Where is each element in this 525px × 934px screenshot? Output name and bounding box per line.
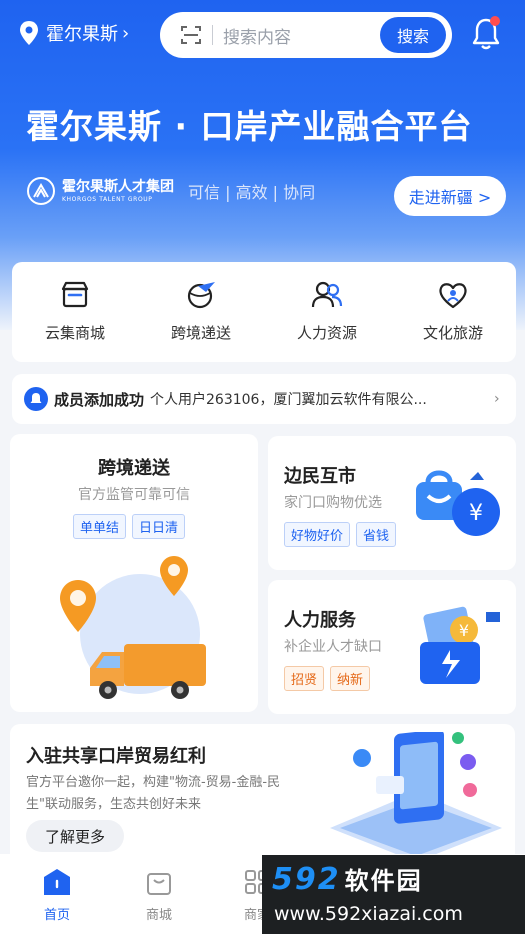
card-title: 入驻共享口岸贸易红利: [26, 746, 206, 767]
card-join-platform: 入驻共享口岸贸易红利 官方平台邀你一起，构建"物流-贸易-金融-民生"联动服务，…: [10, 724, 515, 864]
service-hr[interactable]: 人力资源: [264, 262, 390, 362]
globe-plane-icon: [187, 282, 215, 309]
tag: 招贤: [284, 666, 325, 691]
service-label: 跨境递送: [170, 324, 231, 342]
scan-icon[interactable]: [180, 24, 202, 46]
brand-slogan: 可信 | 高效 | 协同: [188, 183, 316, 202]
hr-box-coin-icon: ¥: [420, 606, 500, 684]
service-label: 人力资源: [296, 324, 357, 342]
tag: 好物好价: [284, 522, 351, 547]
tab-label: 商城: [145, 908, 172, 923]
card-title: 人力服务: [284, 610, 356, 631]
notification-dot: [490, 16, 500, 26]
phone-platform-illustration: [330, 732, 502, 862]
watermark-url: www.592xiazai.com: [274, 903, 463, 925]
hero-title: 霍尔果斯 · 口岸产业融合平台: [26, 107, 473, 146]
delivery-truck-illustration: [60, 556, 206, 699]
brand-name: 霍尔果斯人才集团 KHORGOS TALENT GROUP: [62, 179, 174, 204]
tag: 纳新: [330, 666, 371, 691]
card-subtitle: 家门口购物优选: [284, 495, 382, 511]
people-icon: [311, 281, 343, 308]
notice-bar[interactable]: 成员添加成功 个人用户263106，厦门翼加云软件有限公... ›: [12, 374, 516, 424]
card-subtitle: 官方监管可靠可信: [78, 487, 190, 503]
service-store[interactable]: 云集商城: [12, 262, 138, 362]
notice-title: 成员添加成功: [54, 390, 145, 409]
watermark-number: 592: [272, 862, 341, 897]
site-watermark: 592 软件园 www.592xiazai.com: [262, 855, 525, 934]
card-title: 跨境递送: [98, 458, 170, 479]
tab-home[interactable]: 首页: [22, 866, 92, 923]
card-tags: 好物好价 省钱: [284, 522, 397, 547]
home-icon: [44, 869, 70, 895]
card-subtitle: 官方平台邀你一起，构建"物流-贸易-金融-民生"联动服务，生态共创好未来: [26, 775, 281, 812]
search-input[interactable]: 搜索内容: [223, 23, 380, 48]
search-divider: [212, 25, 213, 45]
notification-bell[interactable]: [470, 16, 502, 52]
service-grid: 云集商城 跨境递送 人力资源 文化旅游: [12, 262, 516, 362]
search-button[interactable]: 搜索: [380, 17, 446, 53]
tag: 省钱: [356, 522, 397, 547]
search-bar[interactable]: 搜索内容 搜索: [160, 12, 452, 58]
notification-bubble-icon: [24, 387, 48, 411]
card-subtitle: 补企业人才缺口: [284, 639, 382, 655]
top-bar: 霍尔果斯 › 搜索内容 搜索: [0, 0, 525, 70]
service-tourism[interactable]: 文化旅游: [390, 262, 516, 362]
service-label: 文化旅游: [422, 324, 483, 342]
card-title: 边民互市: [284, 466, 356, 487]
brand-name-cn: 霍尔果斯人才集团: [62, 178, 174, 195]
store-icon: [61, 281, 89, 308]
tab-label: 首页: [43, 908, 70, 923]
card-cross-border-delivery[interactable]: 跨境递送 官方监管可靠可信 单单结 日日清: [10, 434, 258, 712]
bag-icon: [147, 873, 171, 895]
card-border-trade[interactable]: 边民互市 家门口购物优选 好物好价 省钱 ¥: [268, 436, 516, 570]
brand-block: 霍尔果斯人才集团 KHORGOS TALENT GROUP 可信 | 高效 | …: [26, 176, 315, 206]
tag: 日日清: [132, 514, 186, 539]
location-label: 霍尔果斯: [46, 24, 118, 45]
notice-message: 个人用户263106，厦门翼加云软件有限公...: [150, 392, 427, 408]
brand-name-en: KHORGOS TALENT GROUP: [62, 195, 153, 203]
location-pin-icon: [20, 21, 38, 45]
location-selector[interactable]: 霍尔果斯 ›: [18, 20, 129, 46]
svg-text:¥: ¥: [459, 621, 469, 640]
card-tags: 单单结 日日清: [73, 514, 186, 539]
tag: 单单结: [73, 514, 127, 539]
service-delivery[interactable]: 跨境递送: [138, 262, 264, 362]
chevron-right-icon: ›: [494, 391, 500, 407]
watermark-brand: 592 软件园: [272, 861, 423, 897]
card-hr-services[interactable]: 人力服务 补企业人才缺口 招贤 纳新 ¥: [268, 580, 516, 714]
watermark-brand-cn: 软件园: [344, 867, 423, 895]
tab-mall[interactable]: 商城: [124, 866, 194, 923]
learn-more-button[interactable]: 了解更多: [26, 820, 124, 852]
explore-xinjiang-button[interactable]: 走进新疆 >: [394, 176, 506, 216]
card-tags: 招贤 纳新: [284, 666, 371, 691]
khorgos-logo-icon: [27, 177, 55, 205]
svg-text:¥: ¥: [469, 501, 483, 526]
heart-person-icon: [439, 283, 467, 309]
service-label: 云集商城: [44, 324, 105, 342]
chevron-right-icon: ›: [122, 22, 130, 44]
shopping-bag-money-icon: ¥: [416, 470, 500, 536]
